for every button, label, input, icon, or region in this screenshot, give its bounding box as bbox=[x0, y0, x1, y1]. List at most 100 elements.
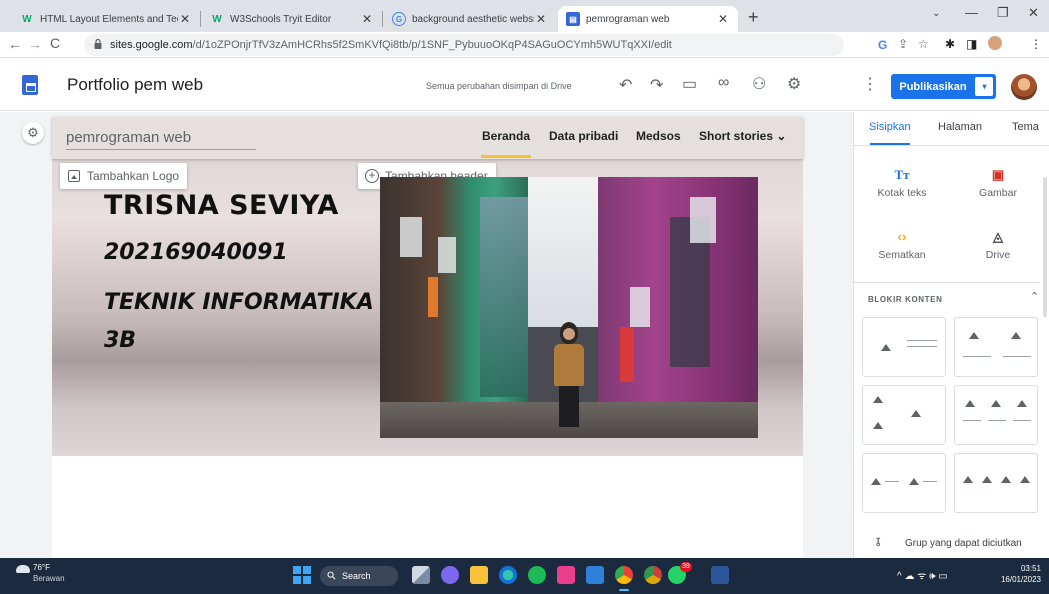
chrome-icon[interactable] bbox=[615, 566, 633, 584]
extensions-icon[interactable]: ✱ bbox=[945, 37, 955, 51]
close-tab-icon[interactable]: ✕ bbox=[178, 12, 192, 26]
share-icon[interactable]: ⇪ bbox=[898, 37, 908, 51]
insert-embed[interactable]: ‹› Sematkan bbox=[862, 229, 942, 261]
hero-photo[interactable] bbox=[380, 177, 758, 438]
image-placeholder-icon bbox=[881, 344, 891, 351]
chrome-profile-icon[interactable] bbox=[644, 566, 662, 584]
add-logo-button[interactable]: Tambahkan Logo bbox=[60, 163, 188, 189]
task-view-icon[interactable] bbox=[412, 566, 430, 584]
preview-icon[interactable]: ▭ bbox=[682, 74, 697, 94]
content-block-four-images[interactable] bbox=[954, 453, 1038, 513]
redo-icon[interactable]: ↷ bbox=[650, 75, 663, 95]
close-tab-icon[interactable]: ✕ bbox=[716, 12, 730, 26]
publish-dropdown-icon[interactable]: ▾ bbox=[975, 77, 993, 96]
google-icon: G bbox=[392, 12, 406, 26]
image-placeholder-icon bbox=[1020, 476, 1030, 483]
url-bar[interactable]: sites.google.com/d/1oZPOnjrTfV3zAmHCRhs5… bbox=[84, 34, 844, 56]
collapse-chevron-up-icon[interactable]: ⌃ bbox=[1030, 290, 1039, 303]
chrome-menu-icon[interactable]: ⋮ bbox=[1030, 37, 1042, 51]
insert-text-box[interactable]: Tт Kotak teks bbox=[862, 167, 942, 199]
back-icon[interactable]: ← bbox=[8, 36, 22, 52]
close-window-icon[interactable]: ✕ bbox=[1028, 5, 1039, 21]
insert-image[interactable]: ▣ Gambar bbox=[958, 167, 1038, 199]
weather-temperature[interactable]: 76°F bbox=[33, 563, 50, 572]
hero-class-text[interactable]: 3B bbox=[104, 328, 136, 353]
system-tray[interactable]: ^ ☁ ᯤ 🕪 ▭ bbox=[897, 568, 948, 582]
tab-search-chevron-icon[interactable]: ⌄ bbox=[932, 8, 940, 19]
nav-item-medsos[interactable]: Medsos bbox=[636, 129, 681, 143]
text-line bbox=[988, 420, 1006, 421]
text-line bbox=[907, 346, 937, 347]
google-sites-logo-icon[interactable] bbox=[22, 75, 38, 95]
content-block-image-grid[interactable] bbox=[862, 385, 946, 445]
browser-tab-tryit[interactable]: W W3Schools Tryit Editor ✕ bbox=[202, 6, 382, 32]
word-icon[interactable] bbox=[711, 566, 729, 584]
taskbar-clock[interactable]: 03:51 16/01/2023 bbox=[995, 563, 1041, 585]
embed-icon: ‹› bbox=[897, 229, 907, 244]
store-app-icon[interactable] bbox=[557, 566, 575, 584]
side-panel-scrollbar[interactable] bbox=[1043, 177, 1047, 317]
google-lens-icon[interactable]: G bbox=[878, 38, 887, 52]
publish-button[interactable]: Publikasikan ▾ bbox=[891, 74, 996, 99]
hero-id-text[interactable]: 202169040091 bbox=[104, 240, 288, 265]
add-circle-icon: + bbox=[365, 169, 379, 183]
edge-icon[interactable] bbox=[499, 566, 517, 584]
teams-chat-icon[interactable] bbox=[441, 566, 459, 584]
tab-tema[interactable]: Tema bbox=[1012, 121, 1039, 133]
content-block-two-images[interactable] bbox=[954, 317, 1038, 377]
minimize-icon[interactable]: — bbox=[965, 5, 978, 20]
browser-tab-pemrograman-web[interactable]: ▤ pemrograman web ✕ bbox=[558, 6, 738, 32]
hero-name-text[interactable]: TRISNA SEVIYA bbox=[104, 190, 339, 221]
side-panel-icon[interactable]: ◨ bbox=[966, 37, 977, 51]
bookmark-star-icon[interactable]: ☆ bbox=[918, 37, 929, 51]
content-blocks-title: BLOKIR KONTEN bbox=[868, 295, 943, 304]
weather-condition[interactable]: Berawan bbox=[33, 574, 65, 583]
section-divider bbox=[854, 282, 1040, 283]
spotify-icon[interactable] bbox=[528, 566, 546, 584]
weather-cloud-icon[interactable] bbox=[16, 565, 30, 573]
site-name-field[interactable]: pemrograman web bbox=[66, 129, 256, 150]
collapsible-group-icon: ⫱ bbox=[876, 535, 881, 549]
insert-collapsible-group[interactable]: Grup yang dapat diciutkan bbox=[905, 538, 1025, 550]
content-block-image-text[interactable] bbox=[862, 317, 946, 377]
tabs-divider bbox=[854, 145, 1049, 146]
tab-sisipkan[interactable]: Sisipkan bbox=[869, 121, 911, 133]
restore-icon[interactable]: ❐ bbox=[997, 5, 1009, 21]
more-options-icon[interactable]: ⋮ bbox=[862, 74, 878, 94]
share-with-others-icon[interactable]: ⚇ bbox=[752, 74, 766, 94]
reload-icon[interactable]: C bbox=[50, 35, 60, 51]
lock-icon bbox=[94, 39, 102, 49]
text-line bbox=[963, 420, 981, 421]
close-tab-icon[interactable]: ✕ bbox=[534, 12, 548, 26]
image-placeholder-icon bbox=[991, 400, 1001, 407]
content-block-image-text-pairs[interactable] bbox=[862, 453, 946, 513]
file-explorer-icon[interactable] bbox=[470, 566, 488, 584]
hero-major-text[interactable]: TEKNIK INFORMATIKA bbox=[104, 290, 374, 315]
site-document-title[interactable]: Portfolio pem web bbox=[67, 75, 203, 95]
photo-sky bbox=[528, 177, 598, 327]
undo-icon[interactable]: ↶ bbox=[619, 75, 632, 95]
content-block-three-images[interactable] bbox=[954, 385, 1038, 445]
w3schools-icon: W bbox=[22, 13, 32, 25]
tab-separator bbox=[382, 11, 383, 27]
settings-icon[interactable]: ⚙ bbox=[787, 74, 801, 94]
page-settings-gear-icon[interactable]: ⚙ bbox=[22, 122, 44, 144]
profile-avatar-icon[interactable] bbox=[988, 36, 1002, 50]
text-line bbox=[1003, 356, 1031, 357]
tab-halaman[interactable]: Halaman bbox=[938, 121, 982, 133]
windows-start-icon[interactable] bbox=[293, 566, 311, 584]
nav-item-short-stories[interactable]: Short stories ⌄ bbox=[699, 129, 786, 143]
nav-item-beranda[interactable]: Beranda bbox=[482, 129, 530, 143]
copy-link-icon[interactable]: ∞ bbox=[718, 74, 729, 92]
browser-tab-background[interactable]: G background aesthetic website bl ✕ bbox=[384, 6, 556, 32]
forward-icon[interactable]: → bbox=[28, 36, 42, 52]
image-placeholder-icon bbox=[963, 476, 973, 483]
taskbar-search[interactable]: Search bbox=[320, 566, 398, 586]
account-avatar[interactable] bbox=[1011, 74, 1037, 100]
browser-tab-html-layout[interactable]: W HTML Layout Elements and Tech ✕ bbox=[12, 6, 200, 32]
new-tab-button[interactable]: + bbox=[748, 7, 759, 28]
nav-item-data-pribadi[interactable]: Data pribadi bbox=[549, 129, 618, 143]
close-tab-icon[interactable]: ✕ bbox=[360, 12, 374, 26]
vscode-icon[interactable] bbox=[586, 566, 604, 584]
insert-drive[interactable]: ◬ Drive bbox=[958, 229, 1038, 261]
